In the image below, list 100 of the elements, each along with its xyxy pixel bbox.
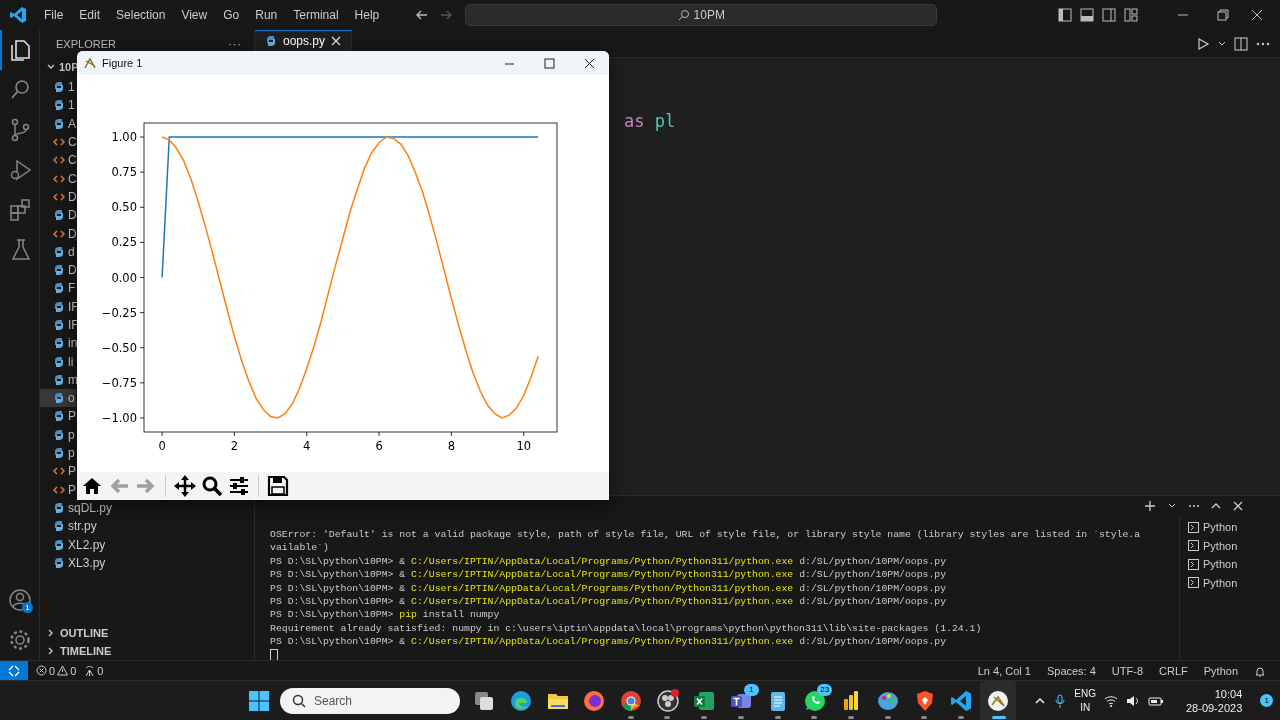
explorer-item[interactable]: li: [40, 352, 75, 371]
move-icon: [174, 475, 196, 497]
status-item[interactable]: Ln 4, Col 1: [977, 664, 1031, 677]
explorer-item[interactable]: C: [40, 169, 78, 188]
battery-icon[interactable]: [1148, 694, 1164, 707]
menu-item[interactable]: Selection: [108, 8, 174, 22]
notification-badge: 1: [743, 683, 759, 696]
remote-button[interactable]: [0, 661, 28, 680]
explorer-item[interactable]: p: [40, 443, 76, 463]
explorer-item[interactable]: XL3.py: [40, 553, 107, 572]
browser-icon: [619, 688, 644, 713]
app-logo-icon: [8, 5, 28, 25]
explorer-item[interactable]: sqDL.py: [40, 498, 114, 518]
explorer-item[interactable]: F: [40, 279, 77, 298]
section-header[interactable]: TIMELINE: [60, 645, 112, 657]
language-indicator[interactable]: ENG IN: [1074, 686, 1096, 715]
add-icon[interactable]: [1144, 500, 1156, 512]
search-field[interactable]: Search: [280, 687, 460, 714]
terminal-icon: [1188, 521, 1199, 533]
folder-name[interactable]: 10P: [59, 61, 79, 73]
explorer-item[interactable]: P: [40, 480, 77, 499]
run-icon[interactable]: [1196, 36, 1210, 51]
ports-indicator[interactable]: 0: [84, 664, 104, 677]
problems-indicator[interactable]: 0 0: [36, 664, 77, 677]
panel-toggle-icon[interactable]: [1080, 8, 1094, 22]
notification-badge[interactable]: 1: [1260, 694, 1274, 707]
explorer-item[interactable]: C: [40, 132, 78, 152]
python-file-icon: [53, 520, 65, 533]
terminal-icon: [1188, 540, 1199, 552]
menu-item[interactable]: Run: [247, 8, 286, 22]
x-tick-label: 0: [158, 439, 166, 453]
start-icon[interactable]: [248, 689, 270, 712]
explorer-item[interactable]: A: [40, 114, 77, 133]
volume-icon[interactable]: [1126, 694, 1140, 707]
microphone-icon[interactable]: [1054, 693, 1067, 708]
menu-item[interactable]: View: [173, 8, 216, 22]
toolbar-button[interactable]: [200, 475, 224, 497]
terminal-session[interactable]: Python: [1180, 555, 1280, 574]
bell-icon[interactable]: [1254, 664, 1266, 677]
editor-tab[interactable]: oops.py: [255, 30, 353, 51]
explorer-item[interactable]: XL2.py: [40, 535, 107, 554]
section-header[interactable]: OUTLINE: [60, 627, 109, 639]
menu-item[interactable]: Terminal: [285, 8, 347, 22]
explorer-item[interactable]: D: [40, 260, 78, 280]
toolbar-button[interactable]: [173, 475, 197, 497]
explorer-item[interactable]: P: [40, 407, 77, 426]
taskbar-app[interactable]: [979, 680, 1017, 720]
restore-icon[interactable]: [1216, 8, 1230, 22]
explorer-item[interactable]: P: [40, 462, 77, 481]
sidebar-toggle-icon[interactable]: [1058, 8, 1072, 22]
toolbar-button[interactable]: [227, 475, 251, 497]
terminal-session[interactable]: Python: [1180, 518, 1280, 537]
status-item[interactable]: UTF-8: [1111, 664, 1143, 677]
wifi-icon[interactable]: [1104, 694, 1118, 707]
close-icon[interactable]: [1250, 8, 1264, 22]
explorer-item[interactable]: in: [40, 334, 79, 353]
explorer-item[interactable]: d: [40, 242, 76, 261]
taskbar-app[interactable]: 1: [722, 680, 760, 720]
explorer-item[interactable]: D: [40, 224, 78, 243]
toolbar-button[interactable]: [266, 475, 290, 497]
explorer-item[interactable]: str.py: [40, 517, 98, 536]
menu-item[interactable]: Go: [215, 8, 248, 22]
explorer-item[interactable]: p: [40, 425, 76, 444]
clock[interactable]: 10:04 28-09-2023: [1186, 686, 1243, 715]
maximize-icon[interactable]: [544, 57, 555, 69]
close-icon[interactable]: [584, 57, 595, 69]
python-file-icon: [53, 447, 65, 460]
caret-icon[interactable]: [1218, 39, 1226, 48]
status-item[interactable]: Python: [1203, 664, 1238, 677]
explorer-item[interactable]: 1: [40, 78, 76, 97]
terminal-session[interactable]: Python: [1180, 536, 1280, 555]
explorer-item[interactable]: D: [40, 187, 78, 207]
antenna-icon: [84, 665, 96, 676]
more-actions[interactable]: ···: [228, 38, 242, 50]
menu-item[interactable]: File: [36, 8, 72, 22]
split-editor-icon[interactable]: [1234, 36, 1248, 51]
layout-icon[interactable]: [1124, 8, 1138, 22]
python-file-icon: [53, 264, 65, 277]
back-icon[interactable]: [415, 8, 430, 22]
terminal-line: OSError: 'Default' is not a valid package style, path of style file, URL of style file, or library style name (library styles are listed in `style.a: [270, 529, 1141, 540]
python-file-icon: [53, 117, 65, 130]
terminal-session[interactable]: Python: [1180, 573, 1280, 592]
explorer-item[interactable]: 1: [40, 96, 76, 115]
menu-item[interactable]: Edit: [71, 8, 109, 22]
status-item[interactable]: Spaces: 4: [1046, 664, 1096, 677]
code-file-icon: [53, 172, 65, 185]
code-file-icon: [53, 483, 65, 496]
status-item[interactable]: CRLF: [1159, 664, 1188, 677]
explorer-item[interactable]: D: [40, 206, 78, 225]
notification-badge: 1: [22, 602, 33, 613]
secondary-sidebar-icon[interactable]: [1102, 8, 1116, 22]
explorer-item[interactable]: m: [40, 370, 79, 390]
search-field[interactable]: 10PM: [465, 4, 938, 26]
account-icon[interactable]: [7, 588, 32, 612]
explorer-item[interactable]: C: [40, 151, 78, 170]
taskbar-app[interactable]: 23: [796, 680, 833, 720]
menu-item[interactable]: Help: [346, 8, 388, 22]
explorer-item[interactable]: o: [40, 389, 76, 408]
settings-icon[interactable]: [7, 628, 32, 652]
python-file-icon: [265, 35, 277, 47]
